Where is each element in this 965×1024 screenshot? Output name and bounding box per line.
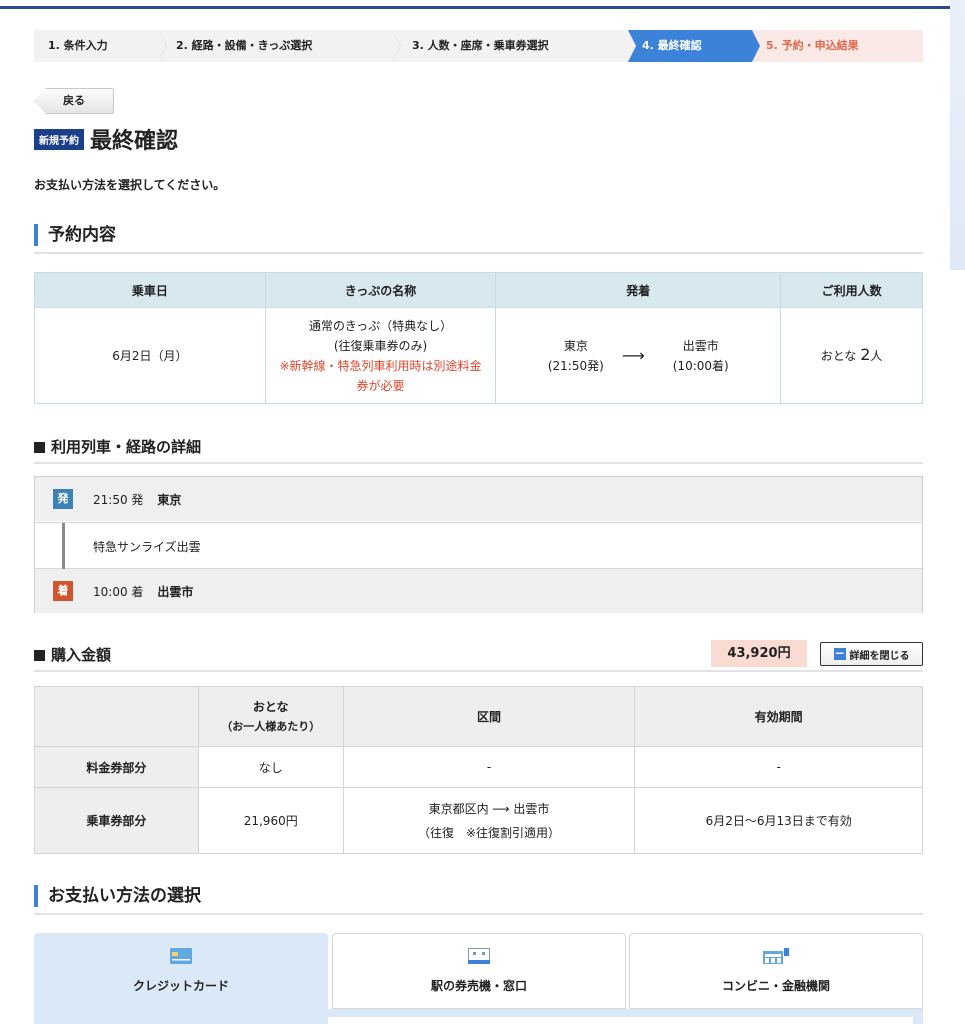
- progress-steps: 1. 条件入力 2. 経路・設備・きっぷ選択 3. 人数・座席・乗車券選択 4.…: [34, 30, 923, 62]
- train-detail-heading: 利用列車・経路の詳細: [34, 434, 923, 464]
- arrow-right-icon: ⟶: [621, 345, 645, 365]
- purchase-heading-text: 購入金額: [51, 646, 112, 664]
- departure-station: 東京: [563, 338, 588, 353]
- reservation-heading: 予約内容: [34, 220, 923, 254]
- train-route-box: 発 21:50 発 東京 特急サンライズ出雲 着 10:00 着 出雲市: [34, 476, 923, 613]
- payment-heading: お支払い方法の選択: [34, 881, 923, 915]
- col-header-ticket: きっぷの名称: [264, 272, 497, 308]
- step-label: 2. 経路・設備・きっぷ選択: [176, 39, 313, 52]
- fee-ticket-label: 料金券部分: [34, 746, 199, 788]
- instruction-text: お支払い方法を選択してください。: [34, 178, 226, 192]
- arrival-time: 10:00 着: [93, 584, 144, 599]
- credit-card-icon: [170, 948, 192, 964]
- convenience-store-icon: [763, 948, 789, 964]
- train-segment: 特急サンライズ出雲: [35, 522, 922, 570]
- close-details-label: 詳細を閉じる: [849, 650, 910, 662]
- departure-station: 東京: [157, 492, 182, 507]
- route-line: [62, 523, 65, 570]
- tab-station-counter-label: 駅の券売機・窓口: [430, 979, 527, 993]
- ticket-note: ※新幹線・特急列車利用時は別途料金券が必要: [279, 358, 482, 393]
- section-note: （往復 ※往復割引適用）: [417, 825, 561, 840]
- arrival-row: 着 10:00 着 出雲市: [35, 569, 922, 613]
- base-ticket-adult: 21,960円: [197, 787, 344, 854]
- side-decoration: [950, 0, 965, 270]
- step-label: 1. 条件入力: [48, 39, 108, 52]
- people-count: 2: [860, 345, 871, 364]
- departure-tag-icon: 発: [53, 489, 73, 509]
- ticket-machine-icon: [468, 948, 490, 964]
- route-cell: 東京 (21:50発) ⟶ 出雲市 (10:00着): [495, 307, 782, 404]
- step-5: 5. 予約・申込結果: [752, 30, 923, 62]
- step-2: 2. 経路・設備・きっぷ選択: [158, 30, 401, 62]
- step-1: 1. 条件入力: [34, 30, 167, 62]
- step-3: 3. 人数・座席・乗車券選択: [392, 30, 636, 62]
- base-ticket-validity: 6月2日〜6月13日まで有効: [634, 787, 923, 854]
- fee-ticket-validity: -: [634, 746, 923, 788]
- arrival-station: 出雲市: [157, 584, 194, 599]
- minus-icon: −: [833, 646, 846, 660]
- people-prefix: おとな: [820, 349, 857, 363]
- ticket-type: (往復乗車券のみ): [333, 338, 428, 353]
- col-header-section: 区間: [342, 686, 636, 747]
- train-detail-heading-text: 利用列車・経路の詳細: [51, 438, 202, 456]
- departure-time: (21:50発): [547, 358, 604, 373]
- people-cell: おとな 2人: [780, 307, 923, 404]
- tab-credit-card-label: クレジットカード: [132, 979, 229, 993]
- header-bar: [0, 0, 950, 9]
- page-title: 最終確認: [90, 129, 179, 154]
- fee-ticket-section: -: [342, 746, 636, 788]
- step-label: 5. 予約・申込結果: [766, 39, 859, 52]
- base-ticket-label: 乗車券部分: [34, 787, 199, 854]
- base-ticket-section: 東京都区内 ⟶ 出雲市 （往復 ※往復割引適用）: [342, 787, 636, 854]
- col-header-people: ご利用人数: [780, 272, 923, 308]
- tab-convenience-store[interactable]: コンビニ・金融機関: [629, 933, 923, 1009]
- adult-label: おとな: [252, 699, 289, 714]
- departure: 東京 (21:50発): [548, 336, 604, 376]
- close-details-button[interactable]: − 詳細を閉じる: [820, 642, 923, 666]
- back-button[interactable]: 戻る: [34, 88, 114, 114]
- square-bullet-icon: [34, 442, 45, 453]
- arrival-time: (10:00着): [672, 358, 729, 373]
- step-label: 4. 最終確認: [642, 39, 702, 52]
- tab-convenience-store-label: コンビニ・金融機関: [721, 979, 830, 993]
- payment-method-tabs: クレジットカード 駅の券売機・窓口 コンビニ・金融機関: [34, 933, 923, 1024]
- people-suffix: 人: [870, 349, 883, 363]
- col-header-adult: おとな （お一人様あたり）: [197, 686, 344, 747]
- empty-header: [34, 686, 199, 747]
- reservation-table: 乗車日 きっぷの名称 発着 ご利用人数 6月2日（月） 通常のきっぷ（特典なし）…: [34, 272, 923, 404]
- ticket-name: 通常のきっぷ（特典なし）: [308, 318, 453, 333]
- step-label: 3. 人数・座席・乗車券選択: [412, 39, 549, 52]
- arrival: 出雲市 (10:00着): [673, 336, 729, 376]
- step-4-current: 4. 最終確認: [628, 30, 760, 62]
- tab-credit-card[interactable]: クレジットカード: [34, 933, 328, 1024]
- col-header-date: 乗車日: [34, 272, 266, 308]
- page-title-row: 新規予約 最終確認: [34, 123, 178, 155]
- fee-ticket-adult: なし: [197, 746, 344, 788]
- departure-time: 21:50 発: [93, 492, 144, 507]
- total-amount: 43,920円: [711, 640, 807, 667]
- ticket-name-cell: 通常のきっぷ（特典なし） (往復乗車券のみ) ※新幹線・特急列車利用時は別途料金…: [264, 307, 497, 404]
- col-header-validity: 有効期間: [634, 686, 923, 747]
- ride-date: 6月2日（月）: [34, 307, 266, 404]
- new-reservation-badge: 新規予約: [34, 128, 84, 150]
- arrival-tag-icon: 着: [53, 581, 73, 601]
- square-bullet-icon: [34, 650, 45, 661]
- adult-sub-label: （お一人様あたり）: [221, 719, 321, 733]
- tab-station-counter[interactable]: 駅の券売機・窓口: [332, 933, 626, 1009]
- train-name: 特急サンライズ出雲: [93, 540, 201, 554]
- arrival-station: 出雲市: [682, 338, 719, 353]
- col-header-route: 発着: [495, 272, 782, 308]
- departure-row: 発 21:50 発 東京: [35, 477, 922, 521]
- price-table: おとな （お一人様あたり） 区間 有効期間 料金券部分 なし - - 乗車券部分…: [34, 686, 923, 854]
- section-route: 東京都区内 ⟶ 出雲市: [428, 801, 550, 816]
